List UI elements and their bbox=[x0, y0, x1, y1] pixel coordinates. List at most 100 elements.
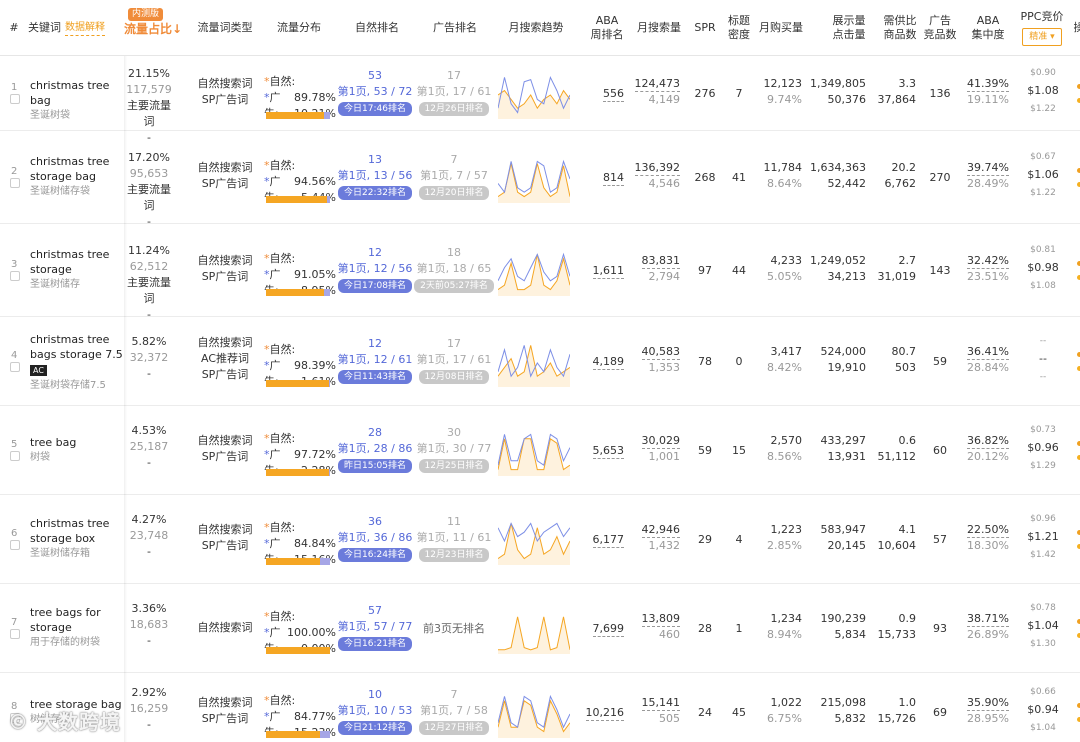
natural-rank-number[interactable]: 28 bbox=[336, 425, 414, 441]
table-row[interactable]: 7 tree bags for storage 用于存储的树袋 3.36% 18,683 -… bbox=[0, 584, 1080, 673]
monthly-search-value[interactable]: 30,029 bbox=[641, 434, 680, 449]
aba-concentration-value[interactable]: 39.74% bbox=[967, 161, 1009, 176]
monthly-trend-sparkline[interactable] bbox=[498, 515, 570, 565]
row-checkbox[interactable] bbox=[10, 628, 20, 639]
ad-rank-page[interactable]: 第1页, 30 / 77 bbox=[414, 441, 494, 457]
aba-rank-value[interactable]: 814 bbox=[603, 171, 624, 186]
ad-rank-number[interactable]: 7 bbox=[414, 687, 494, 703]
natural-rank-page[interactable]: 第1页, 13 / 56 bbox=[336, 168, 414, 184]
monthly-trend-sparkline[interactable] bbox=[498, 604, 570, 654]
ad-rank-page[interactable]: 第1页, 7 / 57 bbox=[414, 168, 494, 184]
ad-rank-page[interactable]: 第1页, 7 / 58 bbox=[414, 703, 494, 719]
ad-rank-number[interactable]: 11 bbox=[414, 514, 494, 530]
monthly-search-value[interactable]: 40,583 bbox=[641, 345, 680, 360]
header-impressions[interactable]: 展示量 点击量 bbox=[826, 0, 872, 56]
header-monthly-buy[interactable]: 月购买量 bbox=[758, 0, 804, 56]
header-title-density[interactable]: 标题 密度 bbox=[724, 0, 754, 56]
ad-rank-cell[interactable]: 7 第1页, 7 / 58 12月27日排名 bbox=[414, 687, 494, 735]
keyword-text[interactable]: christmas tree bag bbox=[30, 78, 126, 108]
natural-rank-cell[interactable]: 57 第1页, 57 / 77 今日16:21排名 bbox=[336, 603, 414, 651]
keyword-text[interactable]: tree bags for bbox=[30, 605, 126, 620]
header-aba-rank[interactable]: ABA 周排名 bbox=[588, 0, 626, 56]
keyword-cell[interactable]: tree bag 树袋 bbox=[30, 435, 126, 466]
aba-rank-value[interactable]: 1,611 bbox=[592, 264, 624, 279]
aba-rank-value[interactable]: 5,653 bbox=[592, 444, 624, 459]
row-checkbox[interactable] bbox=[10, 270, 20, 281]
natural-rank-cell[interactable]: 12 第1页, 12 / 61 今日11:43排名 bbox=[336, 336, 414, 384]
table-row[interactable]: 1 christmas tree bag 圣诞树袋 21.15% 117,579 主要流量… bbox=[0, 56, 1080, 144]
keyword-text[interactable]: christmas tree bbox=[30, 332, 126, 347]
header-monthly-search[interactable]: 月搜索量 bbox=[632, 0, 686, 56]
ad-rank-page[interactable]: 第1页, 11 / 61 bbox=[414, 530, 494, 546]
monthly-search-value[interactable]: 136,392 bbox=[634, 161, 680, 176]
header-flow-share-sort[interactable]: 流量占比↓ bbox=[124, 20, 182, 37]
ad-rank-number[interactable]: 17 bbox=[414, 68, 494, 84]
ad-rank-number[interactable]: 17 bbox=[414, 336, 494, 352]
ad-rank-cell[interactable]: 11 第1页, 11 / 61 12月23日排名 bbox=[414, 514, 494, 562]
keyword-cell[interactable]: tree bags for storage 用于存储的树袋 bbox=[30, 605, 126, 651]
natural-rank-number[interactable]: 36 bbox=[336, 514, 414, 530]
ad-rank-cell[interactable]: 前3页无排名 bbox=[414, 621, 494, 637]
keyword-text-line2[interactable]: storage bbox=[30, 262, 126, 277]
table-row[interactable]: 3 christmas tree storage 圣诞树储存 11.24% 62,512 主… bbox=[0, 224, 1080, 321]
table-row[interactable]: 6 christmas tree storage box 圣诞树储存箱 4.27% 23,… bbox=[0, 495, 1080, 584]
natural-rank-cell[interactable]: 10 第1页, 10 / 53 今日21:12排名 bbox=[336, 687, 414, 735]
monthly-search-value[interactable]: 83,831 bbox=[641, 254, 680, 269]
header-keyword[interactable]: 关键词 数据解释 bbox=[28, 0, 118, 56]
header-aba-concentration[interactable]: ABA 集中度 bbox=[966, 0, 1010, 56]
row-checkbox[interactable] bbox=[10, 539, 20, 550]
header-spr[interactable]: SPR bbox=[690, 0, 720, 56]
keyword-text[interactable]: tree bag bbox=[30, 435, 126, 450]
header-supply[interactable]: 需供比 商品数 bbox=[880, 0, 920, 56]
aba-concentration-value[interactable]: 38.71% bbox=[967, 612, 1009, 627]
monthly-trend-sparkline[interactable] bbox=[498, 153, 570, 203]
keyword-cell[interactable]: christmas tree storage 圣诞树储存 bbox=[30, 247, 126, 293]
header-natural-rank[interactable]: 自然排名 bbox=[342, 0, 412, 56]
natural-rank-number[interactable]: 57 bbox=[336, 603, 414, 619]
monthly-trend-sparkline[interactable] bbox=[498, 69, 570, 119]
natural-rank-number[interactable]: 10 bbox=[336, 687, 414, 703]
monthly-trend-sparkline[interactable] bbox=[498, 246, 570, 296]
natural-rank-number[interactable]: 12 bbox=[336, 336, 414, 352]
ad-rank-page[interactable]: 第1页, 17 / 61 bbox=[414, 352, 494, 368]
keyword-cell[interactable]: christmas tree storage bag 圣诞树储存袋 bbox=[30, 154, 126, 200]
data-explain-link[interactable]: 数据解释 bbox=[65, 21, 105, 36]
monthly-trend-sparkline[interactable] bbox=[498, 337, 570, 387]
aba-concentration-value[interactable]: 41.39% bbox=[967, 77, 1009, 92]
table-row[interactable]: 4 christmas tree bags storage 7.5 AC 圣诞树袋存储7… bbox=[0, 317, 1080, 406]
table-row[interactable]: 8 tree storage bag 树储存袋 2.92% 16,259- 自然搜索词 SP… bbox=[0, 673, 1080, 742]
table-row[interactable]: 5 tree bag 树袋 4.53% 25,187- 自然搜索词 SP广告词 *自然: 97.… bbox=[0, 406, 1080, 495]
row-checkbox[interactable] bbox=[10, 177, 20, 188]
natural-rank-page[interactable]: 第1页, 12 / 56 bbox=[336, 261, 414, 277]
natural-rank-cell[interactable]: 12 第1页, 12 / 56 今日17:08排名 bbox=[336, 245, 414, 293]
table-row[interactable]: 2 christmas tree storage bag 圣诞树储存袋 17.20% 95… bbox=[0, 131, 1080, 228]
row-checkbox[interactable] bbox=[10, 93, 20, 104]
natural-rank-page[interactable]: 第1页, 57 / 77 bbox=[336, 619, 414, 635]
natural-rank-cell[interactable]: 28 第1页, 28 / 86 昨日15:05排名 bbox=[336, 425, 414, 473]
natural-rank-page[interactable]: 第1页, 36 / 86 bbox=[336, 530, 414, 546]
aba-concentration-value[interactable]: 36.82% bbox=[967, 434, 1009, 449]
ad-rank-number[interactable]: 18 bbox=[414, 245, 494, 261]
aba-rank-value[interactable]: 10,216 bbox=[585, 706, 624, 721]
monthly-search-value[interactable]: 15,141 bbox=[641, 696, 680, 711]
monthly-search-value[interactable]: 42,946 bbox=[641, 523, 680, 538]
row-checkbox[interactable] bbox=[10, 450, 20, 461]
keyword-cell[interactable]: christmas tree bags storage 7.5 AC 圣诞树袋存储7.… bbox=[30, 332, 126, 394]
ad-rank-number[interactable]: 30 bbox=[414, 425, 494, 441]
monthly-search-value[interactable]: 13,809 bbox=[641, 612, 680, 627]
keyword-text[interactable]: christmas tree bbox=[30, 247, 126, 262]
keyword-text-line2[interactable]: storage bag bbox=[30, 169, 126, 184]
natural-rank-cell[interactable]: 13 第1页, 13 / 56 今日22:32排名 bbox=[336, 152, 414, 200]
aba-rank-value[interactable]: 6,177 bbox=[592, 533, 624, 548]
keyword-text-line2[interactable]: storage bbox=[30, 620, 126, 635]
ad-rank-cell[interactable]: 17 第1页, 17 / 61 12月08日排名 bbox=[414, 336, 494, 384]
keyword-cell[interactable]: christmas tree storage box 圣诞树储存箱 bbox=[30, 516, 126, 562]
natural-rank-cell[interactable]: 36 第1页, 36 / 86 今日16:24排名 bbox=[336, 514, 414, 562]
ad-rank-cell[interactable]: 18 第1页, 18 / 65 2天前05:27排名 bbox=[414, 245, 494, 293]
natural-rank-number[interactable]: 12 bbox=[336, 245, 414, 261]
natural-rank-page[interactable]: 第1页, 12 / 61 bbox=[336, 352, 414, 368]
header-ad-products[interactable]: 广告 竞品数 bbox=[922, 0, 958, 56]
natural-rank-page[interactable]: 第1页, 28 / 86 bbox=[336, 441, 414, 457]
ad-rank-number[interactable]: 7 bbox=[414, 152, 494, 168]
aba-concentration-value[interactable]: 22.50% bbox=[967, 523, 1009, 538]
